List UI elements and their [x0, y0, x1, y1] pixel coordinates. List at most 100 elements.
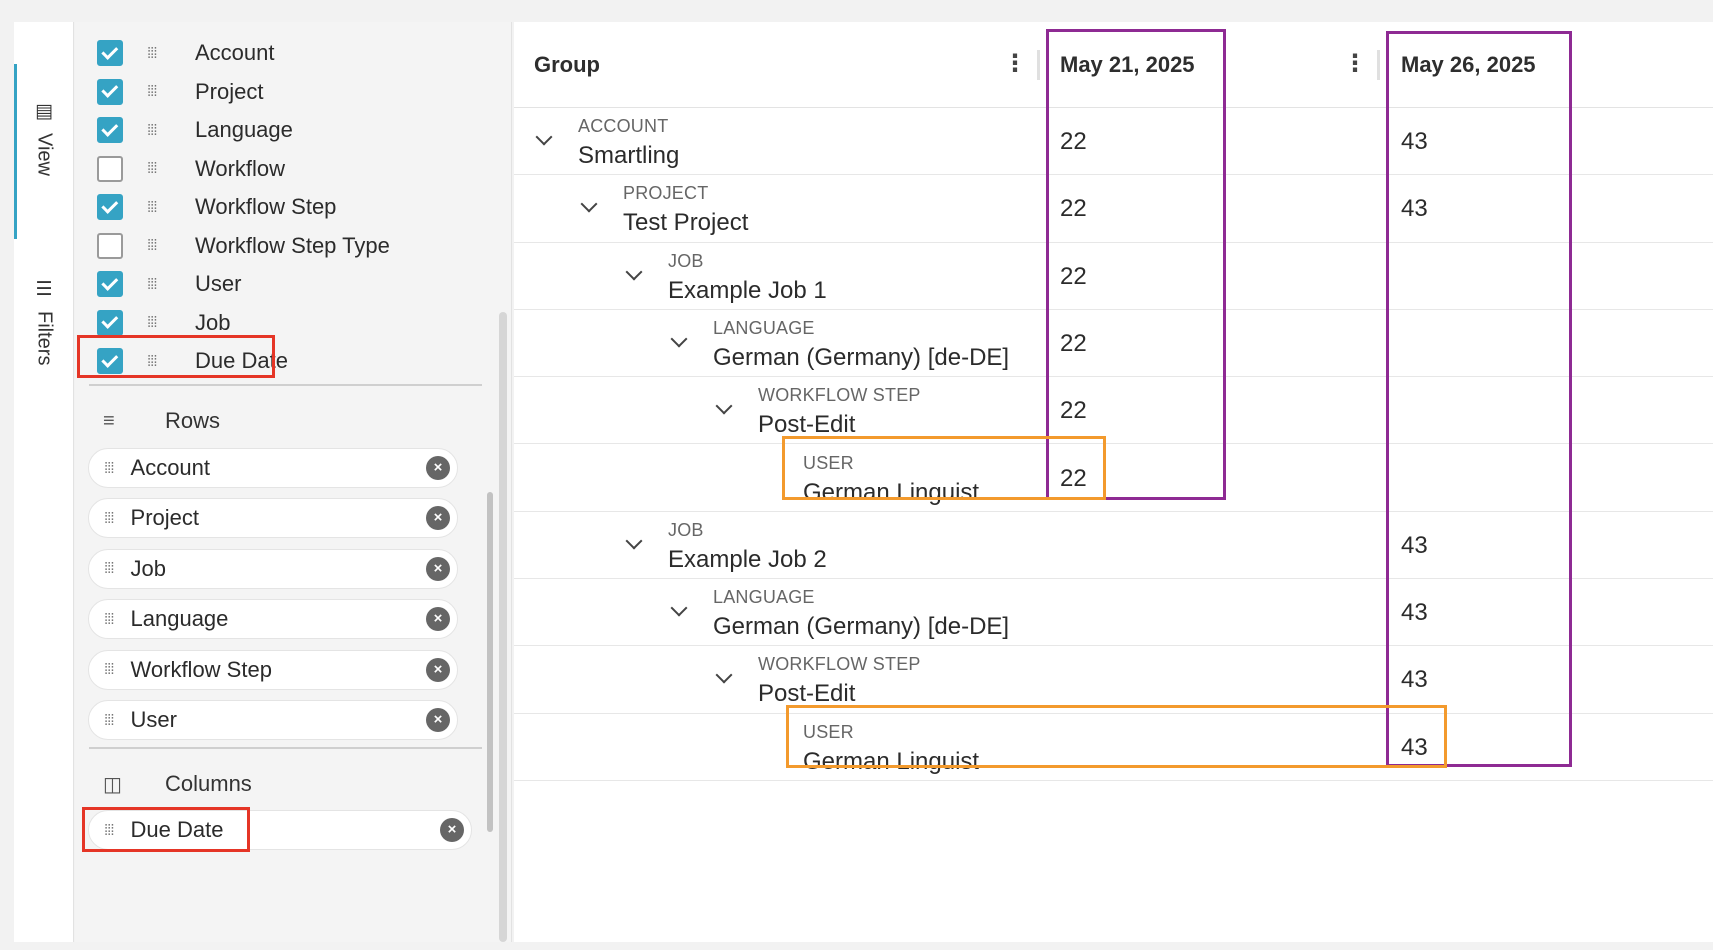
field-row: ⁞⁞⁞ Workflow Step	[75, 188, 495, 227]
date-column-menu-icon[interactable]: ⋮	[1343, 52, 1367, 76]
field-list: ⁞⁞⁞ Account ⁞⁞⁞ Project ⁞⁞⁞ Language ⁞⁞⁞ Workfl…	[75, 34, 495, 381]
table-row[interactable]: PROJECT Test Project 22 43	[514, 175, 1713, 243]
pill-item[interactable]: ⁞⁞⁞ Account ×	[88, 448, 458, 488]
drag-handle-icon[interactable]: ⁞⁞⁞	[147, 314, 157, 331]
field-checkbox[interactable]	[97, 117, 123, 144]
chevron-down-icon[interactable]	[671, 333, 687, 349]
field-checkbox[interactable]	[97, 348, 123, 375]
field-checkbox[interactable]	[97, 194, 123, 221]
remove-icon[interactable]: ×	[426, 456, 450, 480]
panel-scrollbar[interactable]	[499, 312, 507, 942]
table-row[interactable]: JOB Example Job 2 43	[514, 512, 1713, 580]
cell-count: 43	[1401, 666, 1428, 694]
pill-label: Due Date	[130, 817, 224, 842]
field-label: Job	[195, 309, 231, 335]
tab-view-label: View	[33, 133, 56, 176]
field-checkbox[interactable]	[97, 271, 123, 298]
drag-handle-icon[interactable]: ⁞⁞⁞	[147, 122, 157, 139]
column-resize-handle[interactable]	[1377, 50, 1380, 80]
column-resize-handle[interactable]	[1037, 50, 1040, 80]
pill-label: Account	[130, 455, 211, 480]
row-category: WORKFLOW STEP	[758, 385, 921, 406]
tab-filters[interactable]: ☰ Filters	[14, 280, 74, 365]
table-row[interactable]: JOB Example Job 1 22	[514, 243, 1713, 310]
cell-count: 43	[1401, 128, 1428, 155]
drag-handle-icon[interactable]: ⁞⁞⁞	[104, 712, 114, 729]
inner-scrollbar[interactable]	[487, 492, 493, 832]
chevron-down-icon[interactable]	[581, 198, 597, 214]
row-value: Post-Edit	[758, 680, 856, 708]
table-row[interactable]: USER German Linguist 22	[514, 445, 1713, 512]
field-row: ⁞⁞⁞ Account	[75, 34, 495, 73]
pill-label: Language	[130, 606, 229, 632]
row-category: JOB	[668, 519, 704, 540]
remove-icon[interactable]: ×	[426, 607, 450, 632]
field-row: ⁞⁞⁞ Workflow Step Type	[75, 227, 495, 266]
chevron-down-icon[interactable]	[626, 535, 642, 551]
cell-count: 22	[1060, 329, 1087, 357]
remove-icon[interactable]: ×	[426, 506, 450, 531]
drag-handle-icon[interactable]: ⁞⁞⁞	[147, 353, 157, 370]
chevron-down-icon[interactable]	[671, 602, 687, 618]
tab-view[interactable]: ▤ View	[14, 102, 74, 176]
drag-handle-icon[interactable]: ⁞⁞⁞	[147, 160, 157, 177]
field-checkbox[interactable]	[97, 309, 123, 336]
table-row[interactable]: ACCOUNT Smartling 22 43	[514, 108, 1713, 176]
pill-item[interactable]: ⁞⁞⁞ Job ×	[88, 548, 458, 589]
chevron-down-icon[interactable]	[716, 669, 732, 685]
pill-item[interactable]: ⁞⁞⁞ Language ×	[88, 599, 458, 640]
table-row[interactable]: WORKFLOW STEP Post-Edit 43	[514, 646, 1713, 714]
group-column-header[interactable]: Group	[534, 22, 600, 108]
view-settings-panel: ⁞⁞⁞ Account ⁞⁞⁞ Project ⁞⁞⁞ Language ⁞⁞⁞ Workfl…	[75, 22, 512, 942]
group-column-menu-icon[interactable]: ⋮	[1003, 52, 1027, 76]
row-category: USER	[803, 721, 854, 742]
remove-icon[interactable]: ×	[426, 708, 450, 732]
table-row[interactable]: WORKFLOW STEP Post-Edit 22	[514, 377, 1713, 445]
row-category: JOB	[668, 250, 704, 271]
pill-label: Workflow Step	[130, 656, 272, 682]
drag-handle-icon[interactable]: ⁞⁞⁞	[147, 45, 157, 62]
field-row: ⁞⁞⁞ Workflow	[75, 150, 495, 189]
pill-item[interactable]: ⁞⁞⁞ User ×	[88, 700, 458, 740]
field-label: User	[195, 271, 242, 297]
table-row[interactable]: LANGUAGE German (Germany) [de-DE] 22	[514, 310, 1713, 378]
field-checkbox[interactable]	[97, 40, 123, 67]
field-checkbox[interactable]	[97, 232, 123, 259]
table-row[interactable]: USER German Linguist 43	[514, 714, 1713, 781]
row-category: USER	[803, 452, 854, 473]
drag-handle-icon[interactable]: ⁞⁞⁞	[147, 83, 157, 100]
pill-item[interactable]: ⁞⁞⁞ Project ×	[88, 498, 458, 539]
drag-handle-icon[interactable]: ⁞⁞⁞	[147, 199, 157, 216]
field-label: Workflow Step Type	[195, 232, 390, 258]
drag-handle-icon[interactable]: ⁞⁞⁞	[147, 237, 157, 254]
drag-handle-icon[interactable]: ⁞⁞⁞	[104, 460, 114, 477]
chevron-down-icon[interactable]	[626, 266, 642, 282]
drag-handle-icon[interactable]: ⁞⁞⁞	[104, 661, 114, 678]
row-value: Example Job 1	[668, 276, 827, 304]
drag-handle-icon[interactable]: ⁞⁞⁞	[147, 276, 157, 293]
divider	[89, 384, 482, 386]
drag-handle-icon[interactable]: ⁞⁞⁞	[104, 510, 114, 527]
drag-handle-icon[interactable]: ⁞⁞⁞	[104, 611, 114, 628]
chevron-down-icon[interactable]	[716, 400, 732, 416]
table-row[interactable]: LANGUAGE German (Germany) [de-DE] 43	[514, 579, 1713, 647]
remove-icon[interactable]: ×	[440, 818, 464, 842]
remove-icon[interactable]: ×	[426, 556, 450, 581]
side-tab-strip: ▤ View ☰ Filters	[14, 22, 74, 942]
drag-handle-icon[interactable]: ⁞⁞⁞	[104, 822, 114, 839]
columns-icon: ◫	[103, 773, 122, 796]
drag-handle-icon[interactable]: ⁞⁞⁞	[104, 560, 114, 577]
row-value: Post-Edit	[758, 411, 856, 439]
date-column-header[interactable]: May 21, 2025	[1060, 22, 1195, 108]
remove-icon[interactable]: ×	[426, 657, 450, 682]
pill-item[interactable]: ⁞⁞⁞ Workflow Step ×	[88, 649, 458, 690]
field-label: Project	[195, 78, 264, 104]
date-column-header[interactable]: May 26, 2025	[1401, 22, 1536, 108]
menu-icon: ☰	[35, 279, 53, 300]
field-row: ⁞⁞⁞ User	[75, 265, 495, 304]
field-checkbox[interactable]	[97, 78, 123, 105]
pivot-table: Group ⋮ May 21, 2025 ⋮ May 26, 2025 ACCO…	[514, 22, 1713, 942]
pill-item[interactable]: ⁞⁞⁞ Due Date ×	[88, 810, 472, 850]
field-checkbox[interactable]	[97, 155, 123, 182]
chevron-down-icon[interactable]	[536, 131, 552, 147]
